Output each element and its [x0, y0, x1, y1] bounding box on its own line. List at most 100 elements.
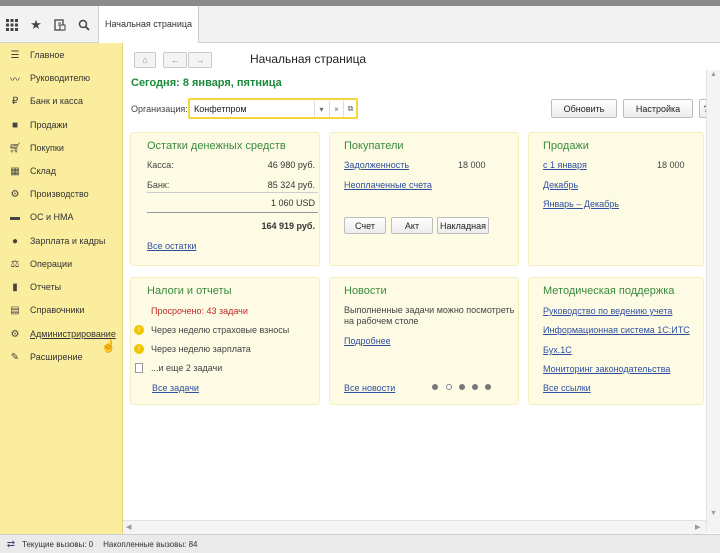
- carousel-dot[interactable]: [485, 384, 491, 390]
- all-tasks-link[interactable]: Все задачи: [152, 383, 199, 393]
- act-button[interactable]: Акт: [391, 217, 433, 234]
- since-jan-value: 18 000: [657, 160, 685, 170]
- carousel-dot[interactable]: [446, 384, 452, 390]
- sidebar-item-manager[interactable]: 〰 Руководителю: [0, 69, 123, 87]
- scroll-up-icon[interactable]: ▲: [710, 71, 717, 78]
- support-title: Методическая поддержка: [543, 285, 675, 297]
- sidebar-item-bank[interactable]: ₽ Банк и касса: [0, 92, 123, 110]
- sidebar-item-warehouse[interactable]: ▦ Склад: [0, 162, 123, 180]
- debt-value: 18 000: [458, 160, 486, 170]
- apps-grid-icon[interactable]: [0, 6, 24, 43]
- sidebar-item-purchases[interactable]: 🛒︎ Покупки: [0, 139, 123, 157]
- bank-label: Банк:: [147, 180, 170, 190]
- divider: [147, 212, 318, 213]
- guide-link[interactable]: Руководство по ведению учета: [543, 306, 672, 316]
- buyers-title: Покупатели: [344, 140, 404, 152]
- warehouse-icon: ▦: [10, 165, 20, 177]
- reminder-icon: !: [134, 325, 144, 335]
- scales-icon: ⚖: [10, 258, 20, 270]
- news-panel: Новости Выполненные задачи можно посмотр…: [329, 277, 519, 405]
- horizontal-scrollbar[interactable]: ◀ ▶: [123, 520, 706, 534]
- more-link[interactable]: Подробнее: [344, 336, 391, 346]
- forward-button[interactable]: →: [188, 52, 212, 68]
- carousel-dot[interactable]: [472, 384, 478, 390]
- refresh-button[interactable]: Обновить: [551, 99, 617, 118]
- bank-value: 85 324 руб.: [267, 180, 315, 190]
- vertical-scrollbar[interactable]: ▲ ▼: [706, 70, 720, 533]
- all-news-link[interactable]: Все новости: [344, 383, 395, 393]
- sidebar-item-main[interactable]: ☰ Главное: [0, 46, 123, 64]
- sidebar-item-label: Расширение: [30, 352, 83, 362]
- tab-label: Начальная страница: [104, 19, 193, 29]
- sidebar-item-label: Склад: [30, 166, 57, 176]
- sidebar-item-label: Отчеты: [30, 282, 62, 292]
- cash-panel: Остатки денежных средств Касса: 46 980 р…: [130, 132, 320, 266]
- december-link[interactable]: Декабрь: [543, 180, 578, 190]
- task-more: ...и еще 2 задачи: [151, 363, 223, 373]
- all-links-link[interactable]: Все ссылки: [543, 383, 591, 393]
- scroll-right-icon[interactable]: ▶: [695, 523, 700, 531]
- taxes-panel: Налоги и отчеты Просрочено: 43 задачи ! …: [130, 277, 320, 405]
- truck-icon: ▬: [10, 211, 20, 223]
- unpaid-invoices-link[interactable]: Неоплаченные счета: [344, 180, 432, 190]
- ruble-icon: ₽: [11, 95, 19, 107]
- sidebar-item-label: Покупки: [30, 143, 64, 153]
- sidebar-item-label: Продажи: [30, 120, 68, 130]
- search-icon[interactable]: [72, 6, 96, 43]
- scroll-down-icon[interactable]: ▼: [710, 510, 717, 517]
- legislation-link[interactable]: Мониторинг законодательства: [543, 364, 670, 374]
- open-link-icon[interactable]: ⧉: [343, 101, 357, 117]
- star-icon[interactable]: ★: [24, 6, 48, 43]
- sidebar-item-label: Справочники: [30, 305, 85, 315]
- debt-link[interactable]: Задолженность: [344, 160, 409, 170]
- cart-icon: 🛒︎: [8, 142, 22, 154]
- dropdown-icon[interactable]: ▾: [314, 101, 328, 117]
- carousel-dot[interactable]: [432, 384, 438, 390]
- usd-value: 1 060 USD: [270, 198, 315, 208]
- waybill-button[interactable]: Накладная: [437, 217, 489, 234]
- sidebar-item-salary[interactable]: ● Зарплата и кадры: [0, 232, 123, 250]
- sidebar-item-production[interactable]: ⚙ Производство: [0, 185, 123, 203]
- status-bar: ⇄ Текущие вызовы: 0 Накопленные вызовы: …: [0, 534, 720, 553]
- since-jan-link[interactable]: с 1 января: [543, 160, 587, 170]
- carousel-dot[interactable]: [459, 384, 465, 390]
- news-text: на рабочем столе: [344, 316, 419, 326]
- reminder-icon: !: [134, 344, 144, 354]
- sales-title: Продажи: [543, 140, 589, 152]
- home-button[interactable]: ⌂: [134, 52, 156, 68]
- scroll-left-icon[interactable]: ◀: [126, 523, 131, 531]
- sidebar-item-label: Администрирование: [30, 329, 116, 339]
- buh1c-link[interactable]: Бух.1С: [543, 345, 572, 355]
- org-label: Организация:: [131, 104, 188, 114]
- kassa-label: Касса:: [147, 160, 174, 170]
- sidebar-item-sales[interactable]: ■ Продажи: [0, 116, 123, 134]
- sidebar-item-assets[interactable]: ▬ ОС и НМА: [0, 208, 123, 226]
- history-icon[interactable]: [48, 6, 72, 43]
- trend-icon: 〰: [10, 74, 20, 86]
- invoice-button[interactable]: Счет: [344, 217, 386, 234]
- current-calls: Текущие вызовы: 0: [22, 539, 94, 549]
- sales-panel: Продажи с 1 января 18 000 Декабрь Январь…: [528, 132, 704, 266]
- calls-icon: ⇄: [6, 538, 16, 550]
- settings-button[interactable]: Настройка: [623, 99, 693, 118]
- all-balances-link[interactable]: Все остатки: [147, 241, 196, 251]
- back-button[interactable]: ←: [163, 52, 187, 68]
- year-range-link[interactable]: Январь – Декабрь: [543, 199, 619, 209]
- total-value: 164 919 руб.: [261, 221, 315, 231]
- kassa-value: 46 980 руб.: [267, 160, 315, 170]
- its-link[interactable]: Информационная система 1С:ИТС: [543, 325, 690, 335]
- factory-icon: ⚙: [10, 188, 20, 200]
- book-icon: ▤: [10, 304, 20, 316]
- clear-icon[interactable]: ×: [329, 101, 343, 117]
- list-icon: ☰: [10, 49, 20, 61]
- accumulated-calls: Накопленные вызовы: 84: [103, 539, 198, 549]
- task-insurance: Через неделю страховые взносы: [151, 325, 290, 335]
- sidebar-item-directories[interactable]: ▤ Справочники: [0, 301, 123, 319]
- sidebar-item-operations[interactable]: ⚖ Операции: [0, 255, 123, 273]
- sidebar-item-reports[interactable]: ▮ Отчеты: [0, 278, 123, 296]
- sidebar-item-label: Главное: [30, 50, 65, 60]
- org-field[interactable]: Конфетпром ▾ × ⧉: [188, 98, 358, 119]
- sidebar-item-label: Операции: [30, 259, 73, 269]
- news-title: Новости: [344, 285, 387, 297]
- tab-home-page[interactable]: Начальная страница: [99, 6, 199, 44]
